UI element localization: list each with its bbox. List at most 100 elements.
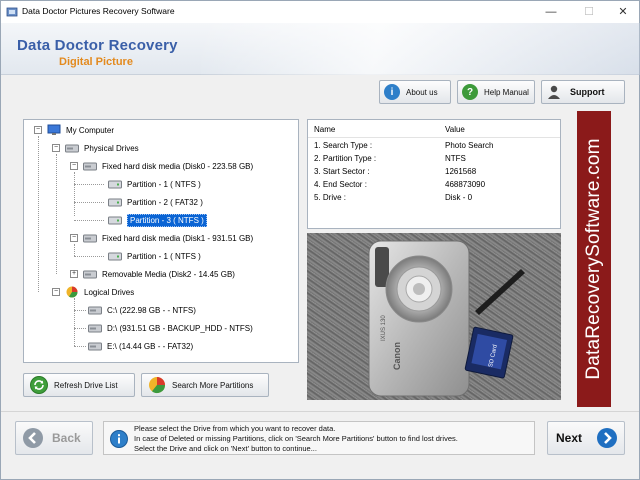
camera-model-text: IXUS 130 [381, 315, 387, 341]
hard-drive-icon [83, 234, 97, 242]
refresh-icon [30, 376, 48, 394]
row-name: 2. Partition Type : [314, 154, 377, 163]
table-row: 5. Drive : Disk - 0 [308, 192, 560, 205]
camera-brand-text: Canon [392, 342, 402, 370]
tree-connector [38, 136, 39, 292]
tree-connector [56, 154, 57, 274]
message-line: In case of Deleted or missing Partitions… [134, 434, 458, 443]
column-header-value: Value [445, 125, 465, 134]
table-header: Name Value [308, 120, 560, 138]
hard-drive-icon [88, 306, 102, 314]
tree-connector [74, 256, 104, 257]
search-more-partitions-button[interactable]: Search More Partitions [141, 373, 269, 397]
row-name: 1. Search Type : [314, 141, 373, 150]
hard-drive-icon [83, 162, 97, 170]
hard-drive-icon [65, 144, 79, 152]
tree-connector [74, 310, 86, 311]
partition-pie-icon [149, 377, 166, 394]
tree-connector [74, 172, 75, 216]
next-label: Next [555, 431, 582, 445]
refresh-drive-list-label: Refresh Drive List [54, 380, 118, 390]
column-header-name: Name [314, 125, 336, 134]
collapse-toggle-icon[interactable]: − [52, 144, 60, 152]
next-button[interactable]: Next [547, 421, 625, 455]
tree-node-my-computer[interactable]: − My Computer [34, 123, 114, 137]
tree-connector [74, 328, 86, 329]
tree-node-disk1-partition1[interactable]: Partition - 1 ( NTFS ) [108, 249, 201, 263]
tree-connector [74, 202, 104, 203]
back-arrow-icon [23, 428, 43, 448]
tree-connector [74, 184, 104, 185]
close-button[interactable]: ✕ [601, 1, 640, 23]
tree-node-logical-drives[interactable]: − Logical Drives [52, 285, 134, 299]
collapse-toggle-icon[interactable]: − [70, 234, 78, 242]
drive-info-table: Name Value 1. Search Type : Photo Search… [307, 119, 561, 229]
tree-label: Fixed hard disk media (Disk1 - 931.51 GB… [102, 233, 254, 243]
back-button[interactable]: Back [15, 421, 93, 455]
table-row: 4. End Sector : 468873090 [308, 179, 560, 192]
row-name: 5. Drive : [314, 193, 347, 202]
tree-node-drive-e[interactable]: E:\ (14.44 GB - - FAT32) [88, 339, 193, 353]
row-value: Disk - 0 [445, 193, 473, 202]
table-row: 3. Start Sector : 1261568 [308, 166, 560, 179]
tree-label: Logical Drives [84, 287, 135, 297]
camera-photo: Canon IXUS 130 SD Card [307, 233, 561, 400]
collapse-toggle-icon[interactable]: − [34, 126, 42, 134]
about-us-label: About us [406, 87, 438, 97]
table-row: 2. Partition Type : NTFS [308, 153, 560, 166]
tree-node-disk0-partition1[interactable]: Partition - 1 ( NTFS ) [108, 177, 201, 191]
row-name: 3. Start Sector : [314, 167, 370, 176]
refresh-drive-list-button[interactable]: Refresh Drive List [23, 373, 135, 397]
tree-node-disk0-partition2[interactable]: Partition - 2 ( FAT32 ) [108, 195, 203, 209]
partition-drive-icon [108, 216, 122, 224]
about-us-button[interactable]: i About us [379, 80, 451, 104]
tree-label: Fixed hard disk media (Disk0 - 223.58 GB… [102, 161, 254, 171]
tree-connector [74, 244, 75, 256]
row-name: 4. End Sector : [314, 180, 367, 189]
title-bar: Data Doctor Pictures Recovery Software —… [1, 1, 639, 23]
tree-label: E:\ (14.44 GB - - FAT32) [107, 341, 194, 351]
tree-connector [74, 298, 75, 346]
tree-connector [74, 220, 104, 221]
tree-node-disk0-partition3[interactable]: Partition - 3 ( NTFS ) [108, 213, 207, 227]
help-icon: ? [462, 84, 478, 100]
expand-toggle-icon[interactable]: + [70, 270, 78, 278]
tree-label: Partition - 1 ( NTFS ) [127, 179, 201, 189]
table-row: 1. Search Type : Photo Search [308, 140, 560, 153]
partition-drive-icon [108, 180, 122, 188]
brand-title: Data Doctor Recovery [17, 37, 178, 54]
drive-tree[interactable]: − My Computer − Physical Drives − Fixed … [23, 119, 299, 363]
info-icon: i [384, 84, 400, 100]
header-banner: Data Doctor Recovery Digital Picture [1, 23, 640, 75]
tree-connector [74, 346, 86, 347]
collapse-toggle-icon[interactable]: − [70, 162, 78, 170]
instruction-message: Please select the Drive from which you w… [103, 421, 535, 455]
brand-subtitle: Digital Picture [59, 56, 133, 68]
help-manual-label: Help Manual [484, 87, 529, 97]
help-manual-button[interactable]: ? Help Manual [457, 80, 535, 104]
partition-drive-icon [108, 252, 122, 260]
window-title: Data Doctor Pictures Recovery Software [22, 6, 175, 16]
tree-node-disk0[interactable]: − Fixed hard disk media (Disk0 - 223.58 … [70, 159, 253, 173]
removable-drive-icon [83, 270, 97, 278]
tree-node-disk2[interactable]: + Removable Media (Disk2 - 14.45 GB) [70, 267, 235, 281]
app-icon [6, 7, 18, 17]
tree-node-disk1[interactable]: − Fixed hard disk media (Disk1 - 931.51 … [70, 231, 253, 245]
hard-drive-icon [88, 342, 102, 350]
app-window: Data Doctor Pictures Recovery Software —… [0, 0, 640, 480]
row-value: NTFS [445, 154, 466, 163]
website-logo: DataRecoverySoftware.com [577, 111, 611, 407]
info-icon [110, 430, 128, 448]
tree-node-physical-drives[interactable]: − Physical Drives [52, 141, 139, 155]
message-line: Select the Drive and click on 'Next' but… [134, 444, 317, 453]
camera-illustration: Canon IXUS 130 SD Card [368, 240, 525, 397]
row-value: 1261568 [445, 167, 477, 176]
collapse-toggle-icon[interactable]: − [52, 288, 60, 296]
support-button[interactable]: Support [541, 80, 625, 104]
tree-label: Partition - 1 ( NTFS ) [127, 251, 201, 261]
tree-label: D:\ (931.51 GB - BACKUP_HDD - NTFS) [107, 323, 253, 333]
support-label: Support [570, 87, 605, 97]
tree-node-drive-c[interactable]: C:\ (222.98 GB - - NTFS) [88, 303, 196, 317]
tree-label: Physical Drives [84, 143, 139, 153]
tree-node-drive-d[interactable]: D:\ (931.51 GB - BACKUP_HDD - NTFS) [88, 321, 253, 335]
